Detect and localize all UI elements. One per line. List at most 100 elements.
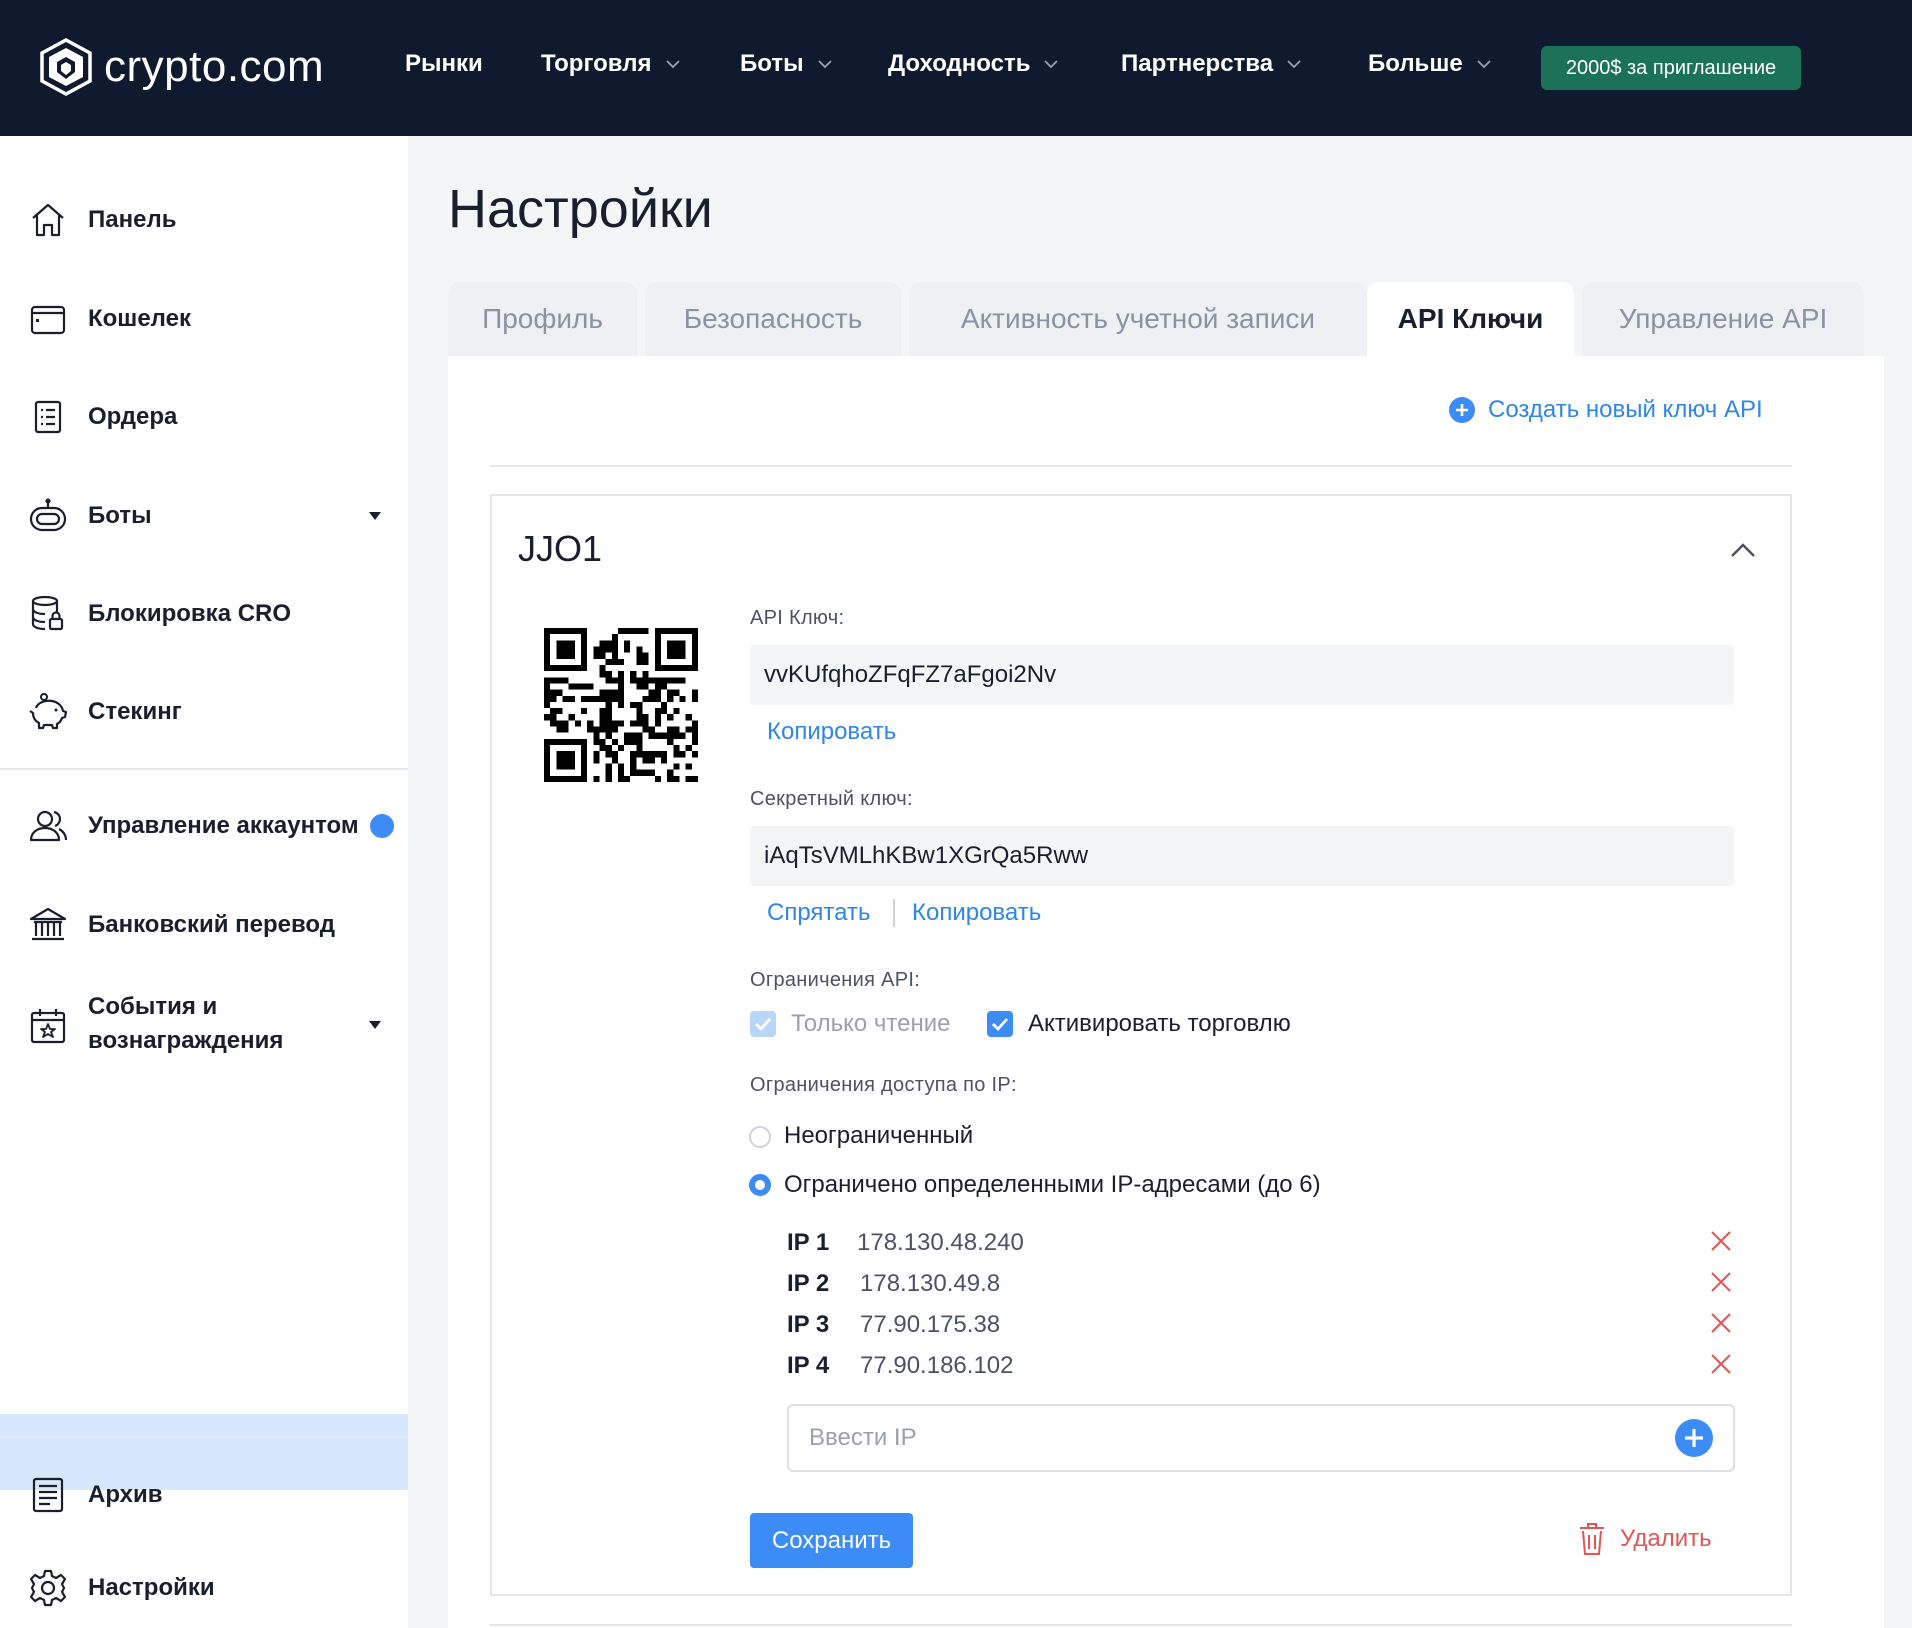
caret-down-icon (369, 512, 381, 520)
brand-logo[interactable]: crypto.com (40, 38, 324, 96)
archive-icon (32, 1477, 64, 1513)
sidebar-item-settings[interactable]: Настройки (0, 1564, 408, 1612)
tab-security[interactable]: Безопасность (645, 282, 901, 356)
unlimited-label: Неограниченный (784, 1122, 974, 1149)
bot-icon (29, 498, 67, 532)
bank-icon (29, 907, 67, 941)
sidebar-item-dashboard[interactable]: Панель (0, 196, 408, 244)
calendar-star-icon (30, 1009, 66, 1044)
sidebar-item-account-management[interactable]: Управление аккаунтом (0, 802, 408, 850)
hide-secret-link[interactable]: Спрятать (767, 899, 870, 927)
sidebar-item-orders[interactable]: Ордера (0, 393, 408, 441)
wallet-icon (30, 305, 66, 335)
sidebar-item-label: Архив (88, 1481, 163, 1508)
create-api-key-button[interactable]: Создать новый ключ API (1448, 396, 1763, 424)
chevron-down-icon (665, 59, 680, 68)
crypto-lion-logo-icon (40, 38, 92, 96)
chevron-down-icon (817, 59, 832, 68)
nav-yield[interactable]: Доходность (888, 50, 1059, 78)
copy-secret-link[interactable]: Копировать (912, 899, 1041, 927)
delete-label: Удалить (1620, 1525, 1712, 1552)
nav-label: Боты (740, 50, 804, 77)
sidebar-item-label: Боты (88, 502, 152, 529)
tab-api-keys[interactable]: API Ключи (1367, 282, 1574, 356)
nav-more[interactable]: Больше (1368, 50, 1491, 78)
chevron-down-icon (1044, 59, 1059, 68)
sidebar-divider (0, 768, 408, 770)
api-key-name: JJO1 (518, 528, 603, 569)
ip-row-value: 77.90.175.38 (860, 1311, 1001, 1338)
section-divider (490, 465, 1792, 467)
api-restrictions-label: Ограничения API: (750, 969, 921, 991)
link-separator (893, 899, 895, 927)
sidebar-item-staking[interactable]: Стекинг (0, 688, 408, 736)
nav-label: Торговля (541, 50, 652, 77)
copy-api-key-link[interactable]: Копировать (767, 718, 896, 746)
tab-api-management[interactable]: Управление API (1582, 282, 1864, 356)
ip-row-label: IP 3 (787, 1311, 830, 1338)
nav-trading[interactable]: Торговля (541, 50, 680, 78)
ip-input[interactable] (787, 1404, 1735, 1472)
sidebar-item-label: Стекинг (88, 698, 182, 725)
api-key-label: API Ключ: (750, 607, 845, 629)
restricted-ips-radio[interactable] (749, 1174, 771, 1196)
nav-label: Доходность (888, 50, 1031, 77)
sidebar-item-label: Ордера (88, 403, 178, 430)
secret-key-label: Секретный ключ: (750, 788, 913, 810)
remove-ip-icon[interactable] (1710, 1312, 1732, 1334)
sidebar-item-archive[interactable]: Архив (0, 1471, 408, 1519)
sidebar-item-label: Управление аккаунтом (88, 812, 359, 839)
nav-markets[interactable]: Рынки (405, 50, 483, 78)
read-only-checkbox[interactable] (750, 1011, 776, 1037)
sidebar (0, 136, 408, 1628)
users-icon (29, 810, 68, 842)
save-button[interactable]: Сохранить (750, 1513, 913, 1568)
sidebar-item-bank-transfer[interactable]: Банковский перевод (0, 901, 408, 949)
read-only-label: Только чтение (791, 1010, 951, 1037)
nav-bots[interactable]: Боты (740, 50, 832, 78)
restricted-ips-label: Ограничено определенными IP-адресами (до… (784, 1171, 1321, 1198)
plus-circle-icon (1449, 397, 1475, 423)
create-api-key-label: Создать новый ключ API (1488, 396, 1763, 423)
remove-ip-icon[interactable] (1710, 1230, 1732, 1252)
sidebar-item-events-rewards[interactable]: События и вознаграждения (0, 990, 408, 1060)
ip-row-label: IP 2 (787, 1270, 830, 1297)
chevron-up-icon[interactable] (1730, 542, 1756, 558)
sidebar-item-label: Панель (88, 206, 177, 233)
sidebar-item-label: Блокировка CRO (88, 600, 292, 627)
remove-ip-icon[interactable] (1710, 1271, 1732, 1293)
chevron-down-icon (1477, 59, 1491, 68)
database-lock-icon (31, 595, 64, 631)
ip-row-value: 178.130.48.240 (857, 1229, 1024, 1256)
nav-label: Больше (1368, 50, 1463, 77)
sidebar-item-cro-lockup[interactable]: Блокировка CRO (0, 590, 408, 638)
nav-partnerships[interactable]: Партнерства (1121, 50, 1301, 78)
nav-label: Партнерства (1121, 50, 1274, 77)
home-icon (32, 203, 64, 237)
delete-api-key-button[interactable]: Удалить (1578, 1522, 1712, 1556)
sidebar-item-label: Кошелек (88, 305, 191, 332)
api-key-value: vvKUfqhoZFqFZ7aFgoi2Nv (750, 645, 1734, 705)
next-card-edge (490, 1624, 1792, 1626)
ip-row-value: 77.90.186.102 (860, 1352, 1014, 1379)
caret-down-icon (369, 1021, 381, 1029)
unlimited-radio[interactable] (749, 1126, 771, 1148)
tab-account-activity[interactable]: Активность учетной записи (909, 282, 1367, 356)
remove-ip-icon[interactable] (1710, 1353, 1732, 1375)
piggy-bank-icon (29, 693, 68, 730)
referral-promo-button[interactable]: 2000$ за приглашение (1541, 46, 1801, 90)
ip-row-label: IP 4 (787, 1352, 830, 1379)
sidebar-item-wallet[interactable]: Кошелек (0, 295, 408, 343)
add-ip-icon[interactable] (1674, 1418, 1714, 1458)
tab-profile[interactable]: Профиль (448, 282, 637, 356)
orders-icon (34, 400, 62, 434)
chevron-down-icon (1287, 59, 1301, 68)
top-navigation-bar: crypto.com Рынки Торговля Боты Доходност… (0, 0, 1912, 136)
checkmark-icon (992, 1018, 1009, 1032)
sidebar-item-bots[interactable]: Боты (0, 492, 408, 540)
enable-trading-checkbox[interactable] (987, 1011, 1013, 1037)
enable-trading-label: Активировать торговлю (1028, 1010, 1291, 1037)
ip-restrictions-label: Ограничения доступа по IP: (750, 1074, 1017, 1096)
brand-name: crypto.com (104, 42, 325, 91)
sidebar-item-label: Настройки (88, 1574, 215, 1601)
